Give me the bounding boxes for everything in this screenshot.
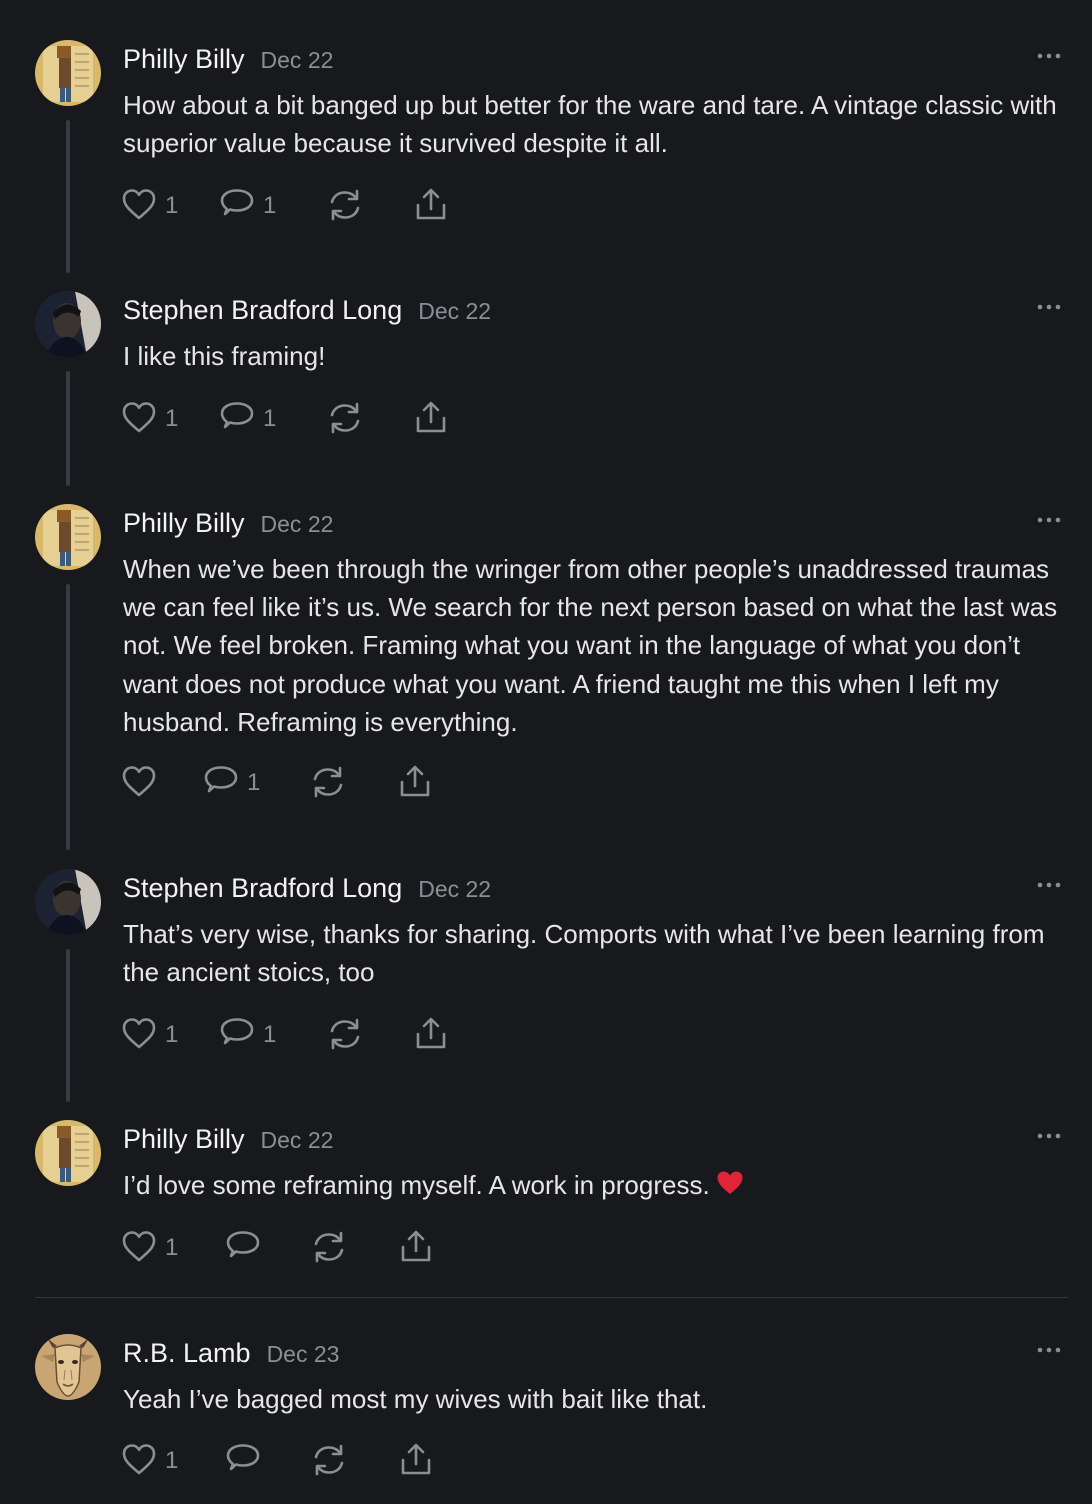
restack-arrows-icon [330, 402, 360, 434]
share-upload-icon [401, 1230, 431, 1262]
thread-line [66, 120, 70, 273]
author-name[interactable]: Stephen Bradford Long [123, 295, 402, 325]
heart-outline-icon [122, 189, 156, 220]
comment-date[interactable]: Dec 22 [418, 876, 491, 902]
more-dots-icon[interactable] [1036, 301, 1062, 313]
heart-outline-icon [122, 1018, 156, 1049]
restack-arrows-icon [313, 766, 343, 798]
more-dots-icon[interactable] [1036, 514, 1062, 526]
like-count: 1 [165, 192, 179, 219]
author-name[interactable]: R.B. Lamb [123, 1338, 251, 1368]
heart-outline-icon [122, 1231, 156, 1262]
more-dots-icon[interactable] [1036, 1344, 1062, 1356]
comment-header: Philly Billy Dec 22 [123, 1124, 333, 1155]
like-count: 1 [165, 1447, 179, 1474]
comment-header: Stephen Bradford Long Dec 22 [123, 295, 491, 326]
avatar-goat[interactable] [35, 1334, 101, 1400]
restack-arrows-icon [330, 189, 360, 221]
author-name[interactable]: Philly Billy [123, 508, 245, 538]
author-name[interactable]: Stephen Bradford Long [123, 873, 402, 903]
more-dots-icon[interactable] [1036, 1130, 1062, 1142]
speech-bubble-icon [204, 766, 238, 793]
reply-count: 1 [263, 192, 277, 219]
speech-bubble-icon [220, 1018, 254, 1045]
share-upload-icon [401, 1443, 431, 1475]
speech-bubble-icon [220, 189, 254, 216]
comment-text-wrapper: I’d love some reframing myself. A work i… [123, 1166, 1068, 1206]
comment-text: That’s very wise, thanks for sharing. Co… [123, 919, 1045, 988]
comment-date[interactable]: Dec 22 [261, 511, 334, 537]
author-name[interactable]: Philly Billy [123, 1124, 245, 1154]
share-upload-icon [400, 765, 430, 797]
comment-text: When we’ve been through the wringer from… [123, 554, 1058, 737]
more-dots-icon[interactable] [1036, 50, 1062, 62]
comment-text: I’d love some reframing myself. A work i… [123, 1170, 710, 1200]
restack-arrows-icon [314, 1444, 344, 1476]
comment-header: Philly Billy Dec 22 [123, 44, 333, 75]
avatar-philly-billy[interactable] [35, 40, 101, 106]
comment-header: Stephen Bradford Long Dec 22 [123, 873, 491, 904]
thread-line [66, 949, 70, 1102]
restack-arrows-icon [330, 1018, 360, 1050]
avatar-stephen[interactable] [35, 869, 101, 935]
comment-text: I like this framing! [123, 341, 326, 371]
share-upload-icon [416, 1017, 446, 1049]
thread-line [66, 584, 70, 850]
heart-outline-icon [122, 766, 156, 797]
restack-arrows-icon [314, 1231, 344, 1263]
thread-line [66, 371, 70, 486]
heart-outline-icon [122, 1444, 156, 1475]
reply-count: 1 [263, 405, 277, 432]
comment-header: Philly Billy Dec 22 [123, 508, 333, 539]
heart-outline-icon [122, 402, 156, 433]
avatar-philly-billy[interactable] [35, 1120, 101, 1186]
avatar-philly-billy[interactable] [35, 504, 101, 570]
speech-bubble-icon [220, 402, 254, 429]
like-count: 1 [165, 1234, 179, 1261]
reply-count: 1 [247, 769, 261, 796]
speech-bubble-icon [226, 1231, 260, 1258]
more-dots-icon[interactable] [1036, 879, 1062, 891]
avatar-stephen[interactable] [35, 291, 101, 357]
red-heart-emoji [716, 1168, 744, 1206]
reply-count: 1 [263, 1021, 277, 1048]
share-upload-icon [416, 188, 446, 220]
comment-text: Yeah I’ve bagged most my wives with bait… [123, 1384, 708, 1414]
comment-date[interactable]: Dec 22 [418, 298, 491, 324]
like-count: 1 [165, 405, 179, 432]
thread-divider [35, 1297, 1068, 1298]
comment-date[interactable]: Dec 23 [267, 1341, 340, 1367]
comment-text: How about a bit banged up but better for… [123, 90, 1057, 159]
share-upload-icon [416, 401, 446, 433]
comment-date[interactable]: Dec 22 [261, 1127, 334, 1153]
comment-header: R.B. Lamb Dec 23 [123, 1338, 339, 1369]
speech-bubble-icon [226, 1444, 260, 1471]
comment-date[interactable]: Dec 22 [261, 47, 334, 73]
like-count: 1 [165, 1021, 179, 1048]
author-name[interactable]: Philly Billy [123, 44, 245, 74]
